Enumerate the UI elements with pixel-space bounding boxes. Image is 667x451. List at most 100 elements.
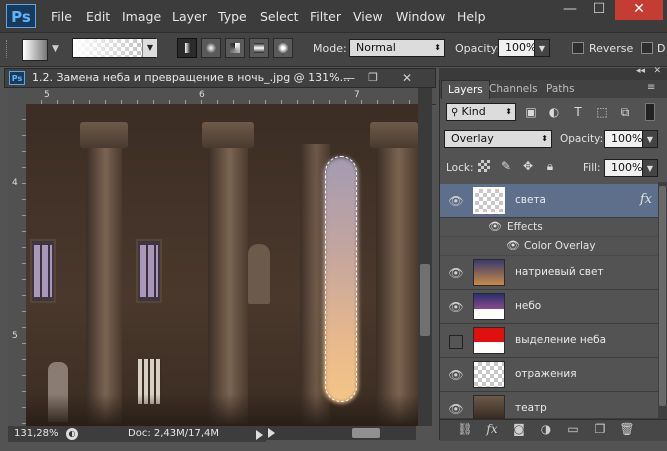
effects-eye-icon[interactable]: 👁︎	[488, 220, 502, 233]
mode-select[interactable]: Normal ⬍	[349, 39, 445, 57]
menu-view[interactable]: View	[353, 0, 383, 32]
menu-filter[interactable]: Filter	[310, 0, 341, 32]
add-mask-icon[interactable]: ◙	[510, 421, 528, 437]
doc-close-button[interactable]: ✕	[394, 69, 420, 87]
layer-name: отражения	[515, 368, 577, 380]
document-ps-icon: Ps	[9, 71, 25, 85]
add-layer-style-icon[interactable]: fx	[483, 421, 501, 437]
menu-image[interactable]: Image	[122, 0, 161, 32]
layer-thumbnail	[473, 395, 505, 419]
updown-icon: ⬍	[541, 134, 548, 143]
gradient-dropdown-icon[interactable]: ▼	[142, 39, 157, 57]
lit-window	[30, 239, 56, 303]
filter-shape-icon[interactable]: ⬚	[594, 104, 610, 120]
column	[376, 134, 418, 426]
layer-row[interactable]: 👁︎ театр	[440, 392, 658, 419]
lock-all-padlock-icon[interactable]: 🔒︎	[542, 158, 558, 174]
tab-paths[interactable]: Paths	[540, 80, 581, 98]
visibility-toggle-off[interactable]	[449, 335, 463, 349]
layer-opacity-dropdown-icon[interactable]: ▼	[642, 130, 658, 148]
horizontal-ruler[interactable]	[26, 88, 436, 105]
column	[86, 134, 122, 426]
visibility-eye-icon[interactable]: 👁︎	[448, 299, 464, 315]
layer-name: театр	[515, 402, 547, 414]
layer-row[interactable]: 👁︎ небо	[440, 290, 658, 324]
effects-row[interactable]: 👁︎ Effects	[440, 218, 658, 237]
mode-value: Normal	[356, 41, 396, 54]
updown-icon: ⬍	[505, 107, 512, 116]
image-canvas[interactable]	[26, 104, 418, 426]
filter-pixel-icon[interactable]: ▣	[523, 104, 539, 120]
lit-window	[136, 239, 162, 303]
filter-adjustment-icon[interactable]: ◐	[546, 104, 562, 120]
filter-type-icon[interactable]: T	[570, 104, 586, 120]
close-panels-icon[interactable]: ✕	[653, 66, 661, 76]
menu-help[interactable]: Help	[457, 0, 486, 32]
scroll-right-arrow-icon[interactable]	[268, 428, 275, 438]
lock-transparent-icon[interactable]	[478, 160, 490, 172]
color-overlay-eye-icon[interactable]: 👁︎	[506, 239, 520, 252]
tab-channels[interactable]: Channels	[483, 80, 544, 98]
horizontal-scrollbar[interactable]	[266, 426, 416, 440]
delete-layer-trash-icon[interactable]: 🗑︎	[618, 421, 636, 437]
new-layer-icon[interactable]: ❐	[591, 421, 609, 437]
color-overlay-row[interactable]: 👁︎ Color Overlay	[440, 237, 658, 256]
reverse-checkbox[interactable]	[572, 42, 584, 54]
ruler-h-label: 5	[44, 90, 50, 100]
menu-type[interactable]: Type	[218, 0, 247, 32]
visibility-eye-icon[interactable]: 👁︎	[448, 193, 464, 209]
app-maximize-button[interactable]: ☐	[586, 0, 612, 20]
reflected-gradient-button[interactable]	[249, 38, 269, 58]
diamond-gradient-button[interactable]	[273, 38, 293, 58]
layer-row[interactable]: выделение неба	[440, 324, 658, 358]
layer-row[interactable]: 👁︎ отражения	[440, 358, 658, 392]
visibility-eye-icon[interactable]: 👁︎	[448, 265, 464, 281]
vertical-scroll-thumb[interactable]	[420, 264, 430, 336]
collapse-panels-icon[interactable]: ◂◂	[636, 66, 645, 76]
status-menu-arrow-icon[interactable]	[256, 430, 263, 440]
layers-scroll-thumb[interactable]	[659, 186, 666, 406]
status-info-icon[interactable]: ◐	[66, 428, 78, 440]
doc-restore-button[interactable]: ❐	[360, 69, 386, 87]
panel-menu-icon[interactable]: ≡	[647, 82, 655, 93]
selection-marquee[interactable]	[325, 156, 357, 402]
reverse-label: Reverse	[589, 42, 634, 55]
fill-dropdown-icon[interactable]: ▼	[642, 159, 658, 177]
visibility-eye-icon[interactable]: 👁︎	[448, 367, 464, 383]
menu-layer[interactable]: Layer	[172, 0, 207, 32]
visibility-eye-icon[interactable]: 👁︎	[448, 401, 464, 417]
angle-gradient-button[interactable]	[225, 38, 245, 58]
mode-label: Mode:	[313, 42, 347, 55]
tool-preset-dropdown-icon[interactable]: ▼	[52, 44, 59, 54]
statue	[248, 244, 270, 304]
gradient-tool-preset-icon[interactable]	[22, 39, 48, 61]
menu-select[interactable]: Select	[260, 0, 299, 32]
app-minimize-button[interactable]: —	[557, 0, 583, 20]
lock-position-move-icon[interactable]: ✥	[520, 158, 536, 174]
vertical-scrollbar[interactable]	[418, 88, 432, 426]
vertical-ruler[interactable]	[8, 104, 27, 426]
horizontal-scroll-thumb[interactable]	[352, 428, 380, 438]
layer-row[interactable]: 👁︎ натриевый свет	[440, 256, 658, 290]
linear-gradient-button[interactable]	[177, 38, 197, 58]
fx-icon[interactable]: fx	[640, 192, 652, 207]
layer-name: выделение неба	[515, 334, 607, 346]
menu-file[interactable]: File	[51, 0, 72, 32]
doc-minimize-button[interactable]: —	[336, 69, 362, 87]
filter-toggle-switch[interactable]	[645, 103, 655, 121]
filter-kind-select[interactable]: ⚲ Kind ⬍	[446, 103, 516, 121]
app-close-button[interactable]: ✕	[615, 0, 663, 20]
menu-window[interactable]: Window	[396, 0, 445, 32]
link-layers-icon[interactable]: ⛓	[456, 421, 474, 437]
opacity-dropdown-icon[interactable]: ▼	[534, 39, 550, 57]
radial-gradient-button[interactable]	[201, 38, 221, 58]
new-adjustment-layer-icon[interactable]: ◑	[537, 421, 555, 437]
lock-image-brush-icon[interactable]: ✎	[498, 158, 514, 174]
filter-smart-object-icon[interactable]: ⧉	[617, 104, 633, 120]
zoom-level[interactable]: 131,28%	[14, 428, 59, 439]
blend-mode-select[interactable]: Overlay ⬍	[444, 130, 552, 148]
menu-edit[interactable]: Edit	[86, 0, 110, 32]
dither-checkbox[interactable]	[641, 42, 653, 54]
layer-row[interactable]: 👁︎ света fx	[440, 184, 658, 218]
new-group-folder-icon[interactable]: ▭	[564, 421, 582, 437]
